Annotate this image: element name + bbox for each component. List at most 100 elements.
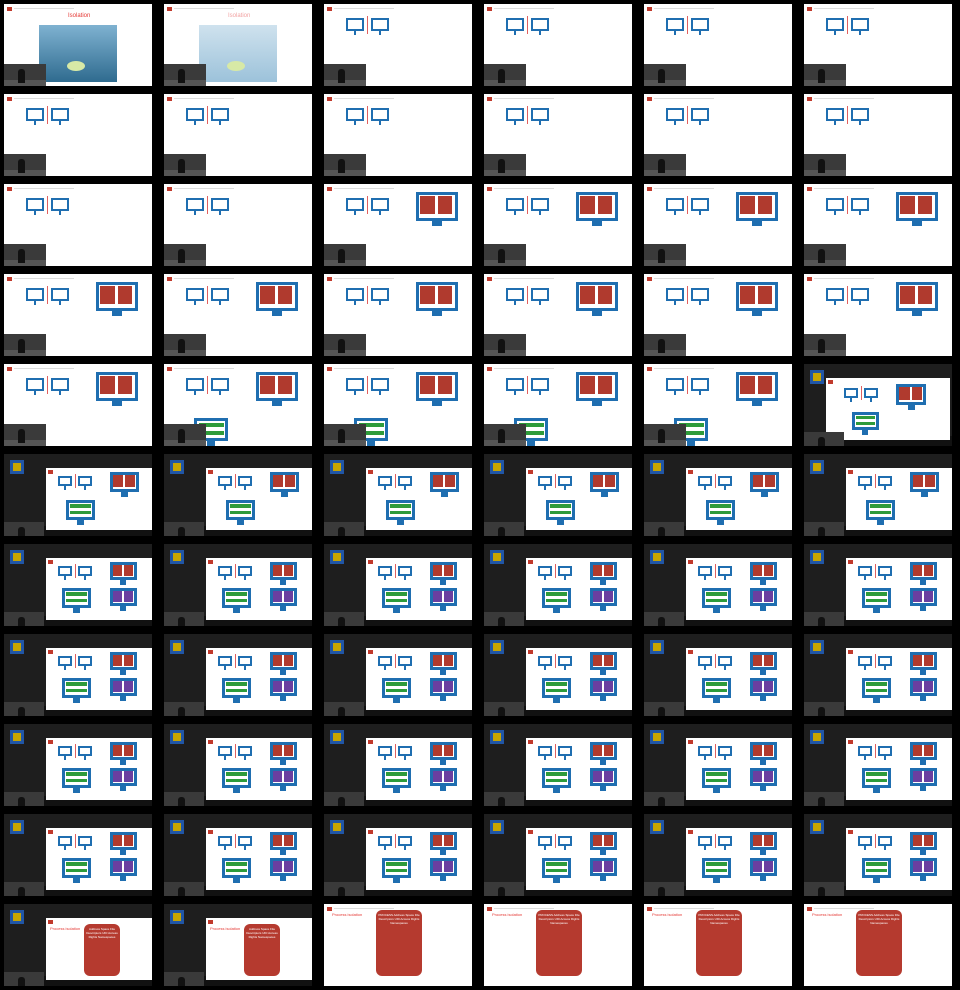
green-bar: [225, 688, 247, 693]
camera-feed: [484, 612, 524, 626]
purple-block: [112, 770, 122, 782]
university-logo: [650, 460, 664, 474]
projected-slide: [526, 468, 632, 530]
monitor-icon: [878, 566, 893, 581]
camera-feed: [4, 702, 44, 716]
divider: [367, 16, 368, 34]
divider: [74, 564, 76, 579]
process-block: [124, 834, 134, 846]
speaker-figure: [818, 707, 825, 716]
process-block: [912, 834, 922, 846]
projected-slide: [366, 648, 472, 710]
green-bar: [705, 771, 727, 776]
purple-block: [912, 590, 922, 602]
speaker-figure: [338, 159, 345, 173]
process-block: PROCESS Address Space File Descriptors U…: [376, 910, 422, 976]
slide-red-marker: [848, 470, 853, 474]
monitor-icon: [506, 378, 524, 395]
green-bar: [65, 598, 87, 603]
camera-feed: [4, 334, 46, 356]
monitor-icon: [538, 836, 553, 851]
speaker-figure: [18, 527, 25, 536]
university-logo: [330, 820, 344, 834]
green-bar: [225, 771, 247, 776]
green-bar: [225, 591, 247, 596]
monitor-icon: [51, 108, 69, 125]
camera-floor: [324, 80, 366, 86]
speaker-figure: [498, 797, 505, 806]
monitor-icon: [378, 566, 393, 581]
divider: [714, 834, 716, 849]
green-bar: [225, 868, 247, 873]
camera-floor: [4, 350, 46, 356]
camera-floor: [644, 440, 686, 446]
green-bar: [705, 778, 727, 783]
divider: [394, 474, 396, 489]
process-block: [604, 834, 614, 846]
speaker-figure: [818, 159, 825, 173]
camera-feed: [804, 64, 846, 86]
university-logo: [330, 550, 344, 564]
speaker-figure: [178, 69, 185, 83]
divider: [47, 196, 48, 214]
slide-red-marker: [528, 830, 533, 834]
camera-feed: [804, 522, 844, 536]
process-block: [924, 564, 934, 576]
divider: [74, 474, 76, 489]
purple-block: [764, 860, 774, 872]
slide-red-marker: [48, 830, 53, 834]
frame: [644, 274, 792, 356]
projected-slide: [206, 738, 312, 800]
monitor-icon: [666, 288, 684, 305]
speaker-figure: [178, 887, 185, 896]
camera-feed: [164, 154, 206, 176]
projected-slide: [846, 468, 952, 530]
slide-header-line: [494, 368, 554, 369]
camera-feed: [324, 244, 366, 266]
divider: [527, 16, 528, 34]
projected-slide: [366, 828, 472, 890]
university-logo: [490, 550, 504, 564]
frame: [324, 544, 472, 626]
green-bar: [545, 868, 567, 873]
process-block: [125, 475, 135, 487]
purple-block: [592, 860, 602, 872]
slide-header-line: [334, 908, 394, 909]
frame: [804, 544, 952, 626]
purple-block: [112, 680, 122, 692]
process-block: [112, 744, 122, 756]
purple-block: [604, 680, 614, 692]
slide-red-marker: [647, 367, 652, 371]
monitor-icon: [371, 108, 389, 125]
green-bar: [545, 771, 567, 776]
frame: [324, 364, 472, 446]
projected-slide: Process isolation Address Space File Desc…: [206, 918, 312, 980]
slide-header-line: [814, 188, 874, 189]
camera-floor: [324, 440, 366, 446]
frame: [324, 724, 472, 806]
purple-block: [444, 860, 454, 872]
process-block: [580, 376, 595, 394]
green-bar: [865, 591, 887, 596]
camera-feed: [324, 522, 364, 536]
camera-feed: [644, 702, 684, 716]
process-block: [924, 744, 934, 756]
camera-feed: [4, 244, 46, 266]
process-block: Address Space File Descriptors UID Acces…: [244, 924, 280, 976]
process-block: [604, 654, 614, 666]
monitor-icon: [878, 746, 893, 761]
camera-feed: [644, 154, 686, 176]
green-bar: [65, 868, 87, 873]
slide-red-marker: [327, 907, 332, 911]
slide-red-marker: [208, 560, 213, 564]
island: [67, 61, 85, 71]
monitor-icon: [826, 198, 844, 215]
frame: Isolation: [4, 4, 152, 86]
camera-floor: [644, 260, 686, 266]
green-bar: [705, 681, 727, 686]
divider: [394, 654, 396, 669]
process-block: PROCESS Address Space File Descriptors U…: [696, 910, 742, 976]
frame: [804, 634, 952, 716]
slide-header-line: [654, 368, 714, 369]
monitor-icon: [718, 836, 733, 851]
